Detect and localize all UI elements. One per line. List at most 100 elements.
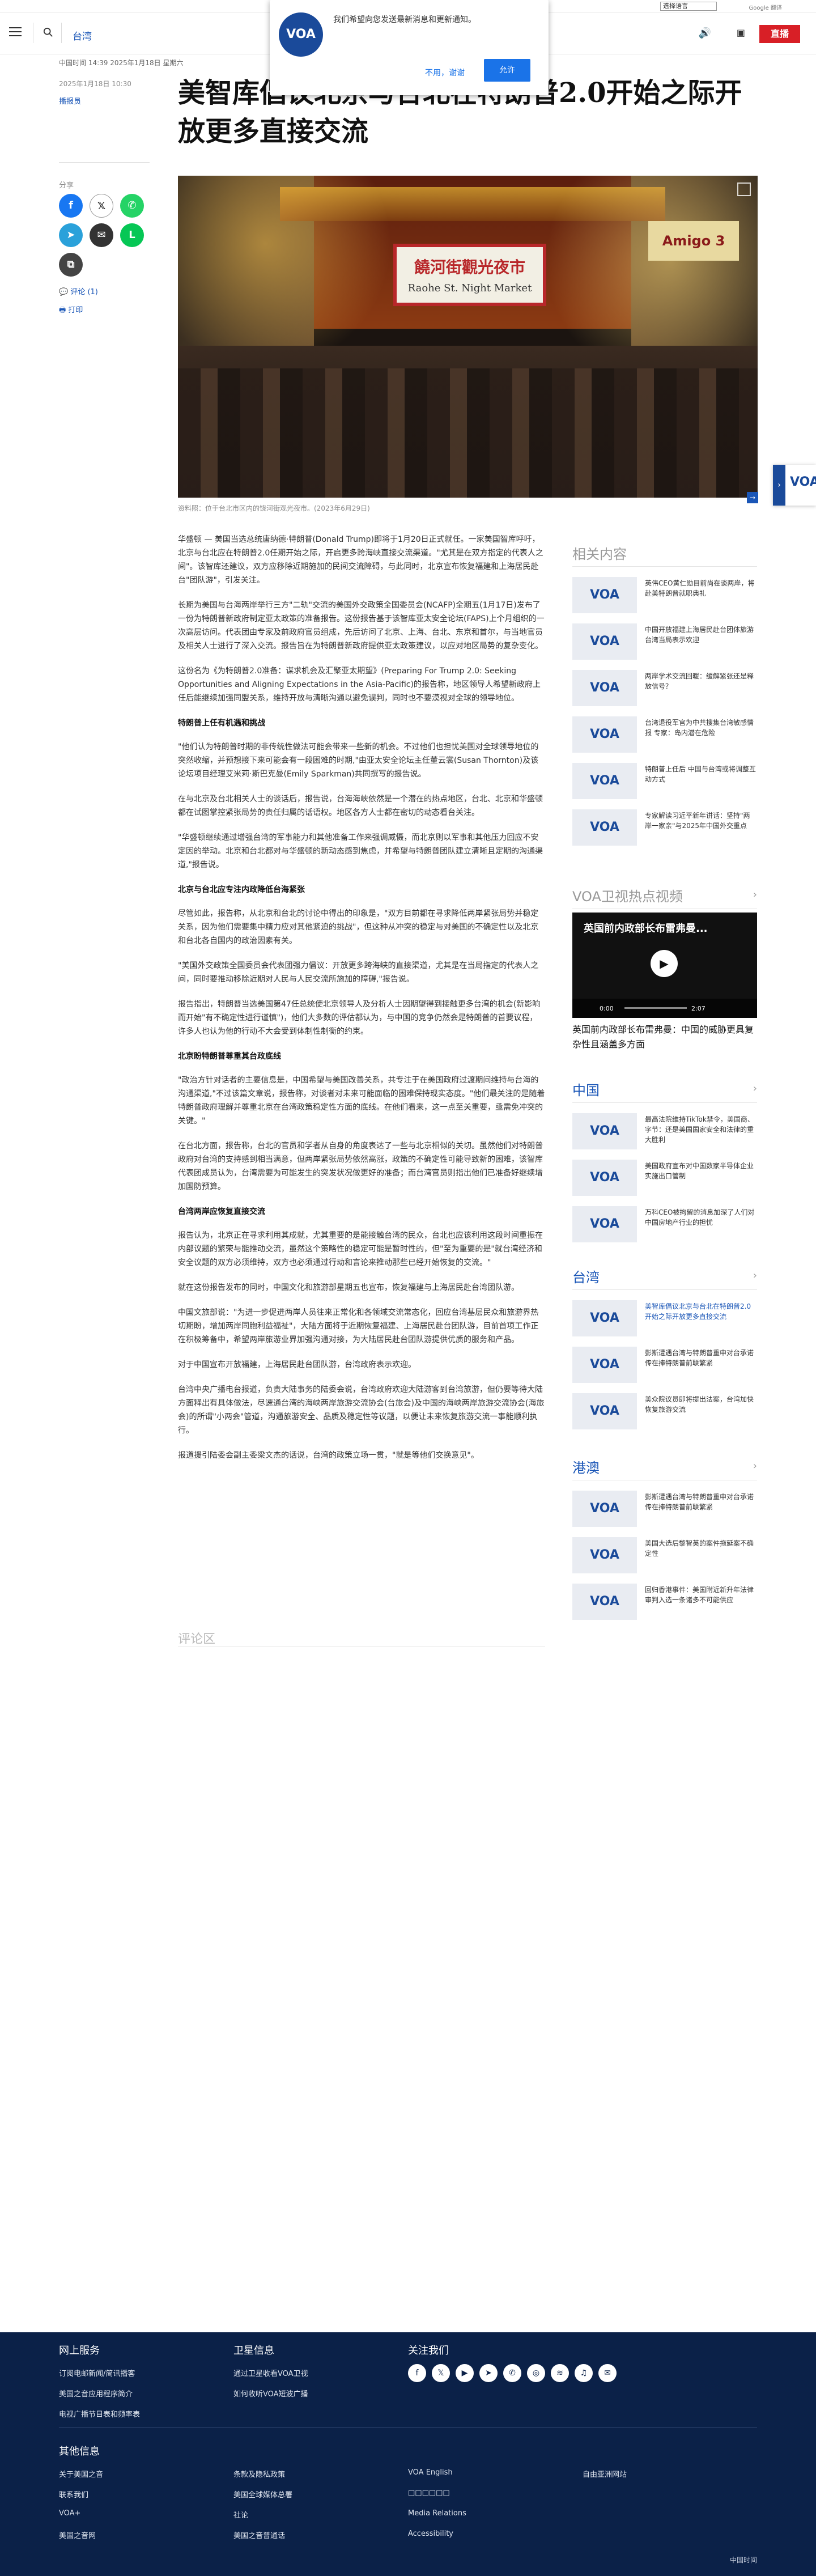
footer-link[interactable]: □□□□□□ (408, 2489, 450, 2497)
hongkong-section-title[interactable]: 港澳 › (572, 1457, 757, 1480)
footer-link[interactable]: 美国之音应用程序简介 (59, 2388, 133, 2399)
list-item[interactable]: VOA 美智库倡议北京与台北在特朗普2.0开始之际开放更多直接交流 (572, 1300, 757, 1336)
footer-link[interactable]: Media Relations (408, 2509, 466, 2518)
facebook-icon[interactable]: f (59, 194, 83, 218)
list-item-title[interactable]: 回归香港事件：美国附近新升年法律审判入选一条诸多不可能供应 (645, 1585, 756, 1605)
list-item-title[interactable]: 最高法院维持TikTok禁令，美国商、字节：还是美国国家安全和法律的重大胜利 (645, 1114, 756, 1145)
footer-link[interactable]: 美国全球媒体总署 (233, 2489, 292, 2499)
whatsapp-icon[interactable]: ✆ (120, 194, 144, 218)
floating-voa-widget[interactable]: › VOA (773, 465, 816, 506)
list-item[interactable]: VOA 彭斯遭遇台湾与特朗普重申对台承诺 传在捧特朗普前联繁紧 (572, 1491, 757, 1527)
list-item[interactable]: VOA 万科CEO被拘留的消息加深了人们对中国房地产行业的担忧 (572, 1206, 757, 1242)
hamburger-menu-icon[interactable] (9, 27, 22, 37)
related-item-title[interactable]: 中国开放福建上海居民赴台团体旅游 台湾当局表示欢迎 (645, 625, 756, 645)
china-section-title[interactable]: 中国 › (572, 1079, 757, 1103)
footer-link[interactable]: 订阅电邮新闻/简讯播客 (59, 2367, 135, 2378)
audio-icon[interactable]: 🔊 (699, 27, 711, 39)
related-item-title[interactable]: 英伟CEO黄仁勋目前尚在谈两岸，将赴美特朗普就职典礼 (645, 578, 756, 599)
instagram-icon[interactable]: ◎ (527, 2364, 545, 2382)
footer-link[interactable]: 美国之音网 (59, 2530, 96, 2540)
footer-link[interactable]: 社论 (233, 2509, 248, 2520)
language-select[interactable]: 选择语言 (660, 2, 717, 11)
email-icon[interactable]: ✉ (598, 2364, 617, 2382)
rss-icon[interactable]: ≋ (551, 2364, 569, 2382)
related-item[interactable]: VOA 特朗普上任后 中国与台湾或将调整互动方式 (572, 763, 757, 799)
author-link[interactable]: 播报员 (59, 95, 81, 106)
allow-button[interactable]: 允许 (484, 59, 530, 82)
footer-link[interactable]: 自由亚洲网站 (583, 2468, 627, 2479)
paragraph: "政治方针对话者的主要信息是，中国希望与美国改善关系，共专注于在美国政府过渡期间… (178, 1076, 545, 1126)
list-item-title[interactable]: 美智库倡议北京与台北在特朗普2.0开始之际开放更多直接交流 (645, 1301, 756, 1322)
list-item-title[interactable]: 美众院议员即将提出法案，台湾加快恢复旅游交流 (645, 1394, 756, 1415)
list-item-title[interactable]: 美国政府宣布对中国数家半导体企业实施出口管制 (645, 1161, 756, 1181)
list-item[interactable]: VOA 回归香港事件：美国附近新升年法律审判入选一条诸多不可能供应 (572, 1584, 757, 1620)
expand-image-icon[interactable] (737, 183, 751, 196)
related-item[interactable]: VOA 两岸学术交流回暖：缓解紧张还是释放信号？ (572, 670, 757, 706)
footer-link[interactable]: 美国之音普通话 (233, 2530, 285, 2540)
print-link[interactable]: 🖶 打印 (59, 304, 83, 317)
site-footer: 网上服务 订阅电邮新闻/简讯播客 美国之音应用程序简介 电视广播节目表和频率表 … (0, 2332, 816, 2576)
deny-button[interactable]: 不用，谢谢 (419, 62, 470, 83)
x-icon[interactable]: 𝕏 (432, 2364, 450, 2382)
paragraph: 对于中国宣布开放福建，上海居民赴台团队游，台湾政府表示欢迎。 (178, 1360, 416, 1369)
voa-thumbnail: VOA (572, 1393, 637, 1429)
related-item-title[interactable]: 专家解读习近平新年讲话：坚持"两岸一家亲"与2025年中国外交重点 (645, 810, 756, 831)
video-icon[interactable]: ▣ (737, 27, 745, 38)
list-item-title[interactable]: 美国大选后黎智英的案件拖延案不确定性 (645, 1538, 756, 1559)
list-item-title[interactable]: 彭斯遭遇台湾与特朗普重申对台承诺 传在捧特朗普前联繁紧 (645, 1348, 756, 1368)
related-item-title[interactable]: 两岸学术交流回暖：缓解紧张还是释放信号？ (645, 671, 756, 691)
related-item-title[interactable]: 台湾退役军官为中共搜集台湾敏感情报 专家：岛内潜在危险 (645, 718, 756, 738)
video-duration: 2:07 (691, 1005, 706, 1012)
footer-link[interactable]: 通过卫星收看VOA卫视 (233, 2367, 308, 2378)
related-item-title[interactable]: 特朗普上任后 中国与台湾或将调整互动方式 (645, 764, 756, 784)
video-caption[interactable]: 英国前内政部长布雷弗曼：中国的威胁更具复杂性且涵盖多方面 (572, 1022, 757, 1052)
list-item[interactable]: VOA 彭斯遭遇台湾与特朗普重申对台承诺 传在捧特朗普前联繁紧 (572, 1347, 757, 1383)
paragraph: 尽管如此，报告称，从北京和台北的讨论中得出的印象是，"双方目前都在寻求降低两岸紧… (178, 909, 539, 945)
video-player[interactable]: 英国前内政部长布雷弗曼... ▶ 0:00 2:07 (572, 913, 757, 1018)
paragraph: 在台北方面，报告称，台北的官员和学者从自身的角度表达了一些与北京相似的关切。虽然… (178, 1141, 543, 1191)
telegram-icon[interactable]: ➤ (479, 2364, 498, 2382)
youtube-icon[interactable]: ▶ (456, 2364, 474, 2382)
voa-logo: VOA (790, 475, 816, 489)
line-icon[interactable]: L (120, 223, 144, 247)
taiwan-section-title[interactable]: 台湾 › (572, 1266, 757, 1290)
related-item[interactable]: VOA 专家解读习近平新年讲话：坚持"两岸一家亲"与2025年中国外交重点 (572, 809, 757, 846)
video-progress-bar[interactable] (624, 1007, 687, 1009)
video-section-title[interactable]: VOA卫视热点视频 › (572, 885, 757, 909)
telegram-icon[interactable]: ➤ (59, 223, 83, 247)
related-item[interactable]: VOA 台湾退役军官为中共搜集台湾敏感情报 专家：岛内潜在危险 (572, 716, 757, 753)
list-item-title[interactable]: 万科CEO被拘留的消息加深了人们对中国房地产行业的担忧 (645, 1207, 756, 1228)
section-link-taiwan[interactable]: 台湾 (73, 28, 92, 43)
live-button[interactable]: 直播 (759, 25, 800, 43)
comments-link[interactable]: 💬 评论 (1) (59, 286, 98, 296)
facebook-icon[interactable]: f (408, 2364, 426, 2382)
podcast-icon[interactable]: ♫ (575, 2364, 593, 2382)
list-item[interactable]: VOA 最高法院维持TikTok禁令，美国商、字节：还是美国国家安全和法律的重大胜… (572, 1113, 757, 1149)
scroll-arrow-icon[interactable]: → (747, 492, 758, 503)
footer-link[interactable]: 电视广播节目表和频率表 (59, 2408, 140, 2419)
footer-link[interactable]: Accessibility (408, 2530, 453, 2538)
x-icon[interactable]: 𝕏 (90, 194, 113, 218)
footer-link[interactable]: 关于美国之音 (59, 2468, 103, 2479)
list-item[interactable]: VOA 美国大选后黎智英的案件拖延案不确定性 (572, 1537, 757, 1573)
collapse-arrow-icon[interactable]: › (773, 465, 785, 506)
list-item[interactable]: VOA 美国政府宣布对中国数家半导体企业实施出口管制 (572, 1160, 757, 1196)
search-icon[interactable] (43, 27, 53, 37)
copy-link-icon[interactable]: ⧉ (59, 253, 83, 277)
whatsapp-icon[interactable]: ✆ (503, 2364, 521, 2382)
footer-link[interactable]: 条款及隐私政策 (233, 2468, 285, 2479)
paragraph: 这份名为《为特朗普2.0准备：谋求机会及汇聚亚太期望》(Preparing Fo… (178, 667, 541, 703)
footer-timestamp: 中国时间 (729, 2556, 757, 2564)
list-item-title[interactable]: 彭斯遭遇台湾与特朗普重申对台承诺 传在捧特朗普前联繁紧 (645, 1492, 756, 1512)
footer-link[interactable]: VOA+ (59, 2509, 80, 2518)
footer-link[interactable]: 联系我们 (59, 2489, 88, 2499)
play-icon[interactable]: ▶ (651, 950, 678, 977)
voa-thumbnail: VOA (572, 1300, 637, 1336)
video-controls[interactable]: 0:00 2:07 (572, 999, 757, 1018)
footer-link[interactable]: VOA English (408, 2468, 453, 2477)
list-item[interactable]: VOA 美众院议员即将提出法案，台湾加快恢复旅游交流 (572, 1393, 757, 1429)
related-item[interactable]: VOA 英伟CEO黄仁勋目前尚在谈两岸，将赴美特朗普就职典礼 (572, 577, 757, 613)
footer-link[interactable]: 如何收听VOA短波广播 (233, 2388, 308, 2399)
related-item[interactable]: VOA 中国开放福建上海居民赴台团体旅游 台湾当局表示欢迎 (572, 623, 757, 660)
email-icon[interactable]: ✉ (90, 223, 113, 247)
